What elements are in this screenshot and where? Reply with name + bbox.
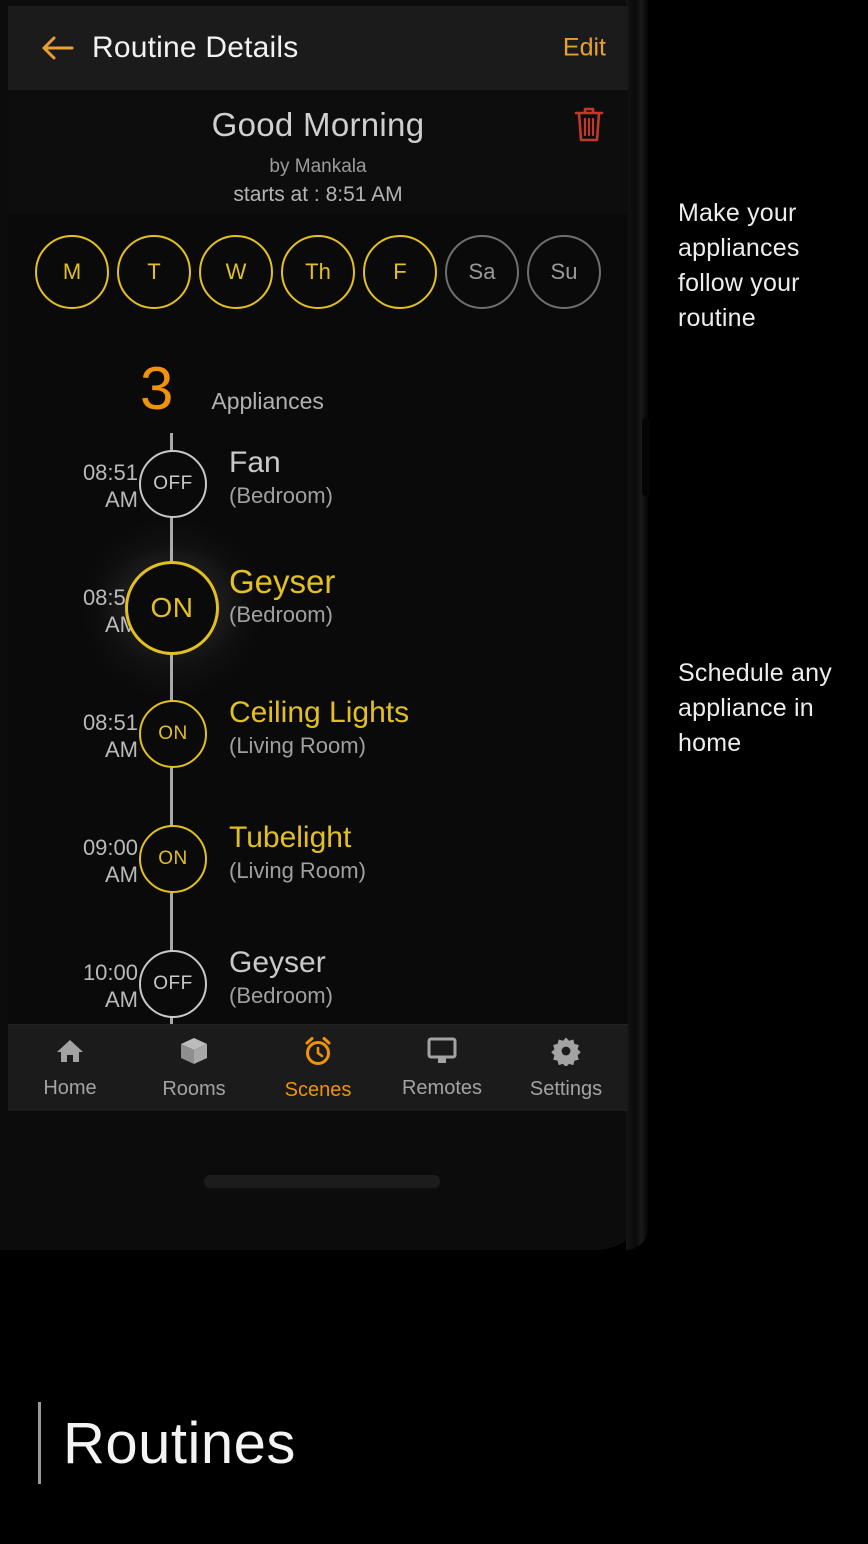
timeline-appliance-name: Ceiling Lights — [229, 696, 410, 729]
home-icon — [55, 1037, 85, 1070]
appliance-count-label: Appliances — [211, 388, 324, 414]
timeline-state-node[interactable]: ON — [139, 825, 207, 893]
timeline-row[interactable]: 08:51 AM OFF Fan (Bedroom) — [8, 433, 628, 558]
phone-screen: Routine Details Edit Good Morning by Man… — [8, 6, 628, 1111]
timeline-time-ampm: AM — [105, 987, 138, 1012]
timeline-appliance-name: Geyser — [229, 563, 336, 600]
timeline-time-ampm: AM — [105, 862, 138, 887]
device-right-edge — [626, 0, 648, 1250]
day-selector: M T W Th F Sa Su — [8, 235, 628, 315]
timeline-time-ampm: AM — [105, 737, 138, 762]
nav-label: Scenes — [284, 1078, 352, 1101]
phone-device-frame: Routine Details Edit Good Morning by Man… — [0, 0, 650, 1250]
appliance-count-row: 3 Appliances — [140, 359, 628, 419]
screenshot-stage: Routine Details Edit Good Morning by Man… — [0, 0, 868, 1544]
timeline-state-node[interactable]: OFF — [139, 950, 207, 1018]
timeline-state-node[interactable]: ON — [125, 561, 219, 655]
timeline-time: 08:51 AM — [26, 459, 138, 513]
nav-label: Settings — [529, 1077, 603, 1100]
timeline-time: 10:00 AM — [26, 959, 138, 1013]
timeline-state-node[interactable]: OFF — [139, 450, 207, 518]
trash-icon[interactable] — [572, 104, 606, 149]
timeline-appliance-room: (Bedroom) — [229, 483, 333, 508]
timeline-time-hm: 09:00 — [82, 835, 138, 860]
nav-item-home[interactable]: Home — [8, 1037, 132, 1100]
timeline-appliance-room: (Bedroom) — [229, 983, 333, 1008]
timeline-appliance-name: Fan — [229, 446, 281, 479]
timeline-text: Geyser (Bedroom) — [229, 945, 333, 1010]
app-bar: Routine Details Edit — [8, 6, 628, 90]
day-chip-sun[interactable]: Su — [527, 235, 601, 309]
timeline-time-hm: 10:00 — [82, 960, 138, 985]
nav-item-rooms[interactable]: Rooms — [132, 1036, 256, 1101]
caption-schedule-any-appliance: Schedule any appliance in home — [678, 659, 832, 757]
home-indicator — [204, 1175, 440, 1187]
timeline-text: Tubelight (Living Room) — [229, 820, 366, 885]
timeline-appliance-room: (Living Room) — [229, 858, 366, 883]
day-chip-thu[interactable]: Th — [281, 235, 355, 309]
footer-accent-bar — [38, 1402, 41, 1484]
monitor-icon — [427, 1037, 457, 1070]
timeline-row[interactable]: 08:51 AM ON Geyser (Bedroom) — [8, 520, 628, 688]
bottom-navigation: Home Rooms Scenes Remotes Settings — [8, 1024, 628, 1111]
timeline-appliance-name: Geyser — [229, 946, 326, 979]
appliance-count: 3 — [140, 355, 174, 422]
day-chip-mon[interactable]: M — [35, 235, 109, 309]
routine-start-time: starts at : 8:51 AM — [233, 183, 403, 206]
routine-timeline: 08:51 AM OFF Fan (Bedroom) 08:51 AM ON G… — [8, 433, 628, 1058]
routine-author: by Mankala — [269, 156, 367, 177]
timeline-time: 08:51 AM — [26, 584, 138, 638]
timeline-appliance-room: (Bedroom) — [229, 602, 333, 627]
nav-item-settings[interactable]: Settings — [504, 1036, 628, 1101]
page-title: Routine Details — [92, 31, 299, 64]
timeline-row[interactable]: 09:00 AM ON Tubelight (Living Room) — [8, 808, 628, 933]
routine-name: Good Morning — [211, 106, 425, 143]
timeline-row[interactable]: 08:51 AM ON Ceiling Lights (Living Room) — [8, 683, 628, 808]
day-chip-tue[interactable]: T — [117, 235, 191, 309]
timeline-appliance-room: (Living Room) — [229, 733, 366, 758]
gear-icon — [551, 1036, 581, 1071]
footer-title-block: Routines — [38, 1402, 296, 1484]
timeline-time: 09:00 AM — [26, 834, 138, 888]
footer-title: Routines — [63, 1410, 296, 1476]
timeline-appliance-name: Tubelight — [229, 821, 352, 854]
cube-icon — [179, 1036, 209, 1071]
timeline-state-node[interactable]: ON — [139, 700, 207, 768]
day-chip-sat[interactable]: Sa — [445, 235, 519, 309]
timeline-time: 08:51 AM — [26, 709, 138, 763]
alarm-icon — [302, 1035, 334, 1072]
nav-label: Home — [43, 1076, 97, 1099]
caption-make-appliances-follow-routine: Make your appliances follow your routine — [678, 199, 800, 332]
arrow-left-icon[interactable] — [30, 35, 86, 61]
timeline-text: Fan (Bedroom) — [229, 445, 333, 510]
routine-header: Good Morning by Mankala starts at : 8:51… — [8, 90, 628, 213]
nav-label: Rooms — [162, 1077, 226, 1100]
edit-button[interactable]: Edit — [563, 34, 606, 63]
timeline-time-ampm: AM — [105, 487, 138, 512]
day-chip-wed[interactable]: W — [199, 235, 273, 309]
timeline-time-hm: 08:51 — [82, 460, 138, 485]
timeline-time-hm: 08:51 — [82, 710, 138, 735]
nav-item-remotes[interactable]: Remotes — [380, 1037, 504, 1100]
nav-item-scenes[interactable]: Scenes — [256, 1035, 380, 1102]
day-chip-fri[interactable]: F — [363, 235, 437, 309]
timeline-text: Geyser (Bedroom) — [229, 564, 335, 629]
device-side-button[interactable] — [642, 418, 650, 496]
timeline-text: Ceiling Lights (Living Room) — [229, 695, 409, 760]
nav-label: Remotes — [401, 1076, 483, 1099]
